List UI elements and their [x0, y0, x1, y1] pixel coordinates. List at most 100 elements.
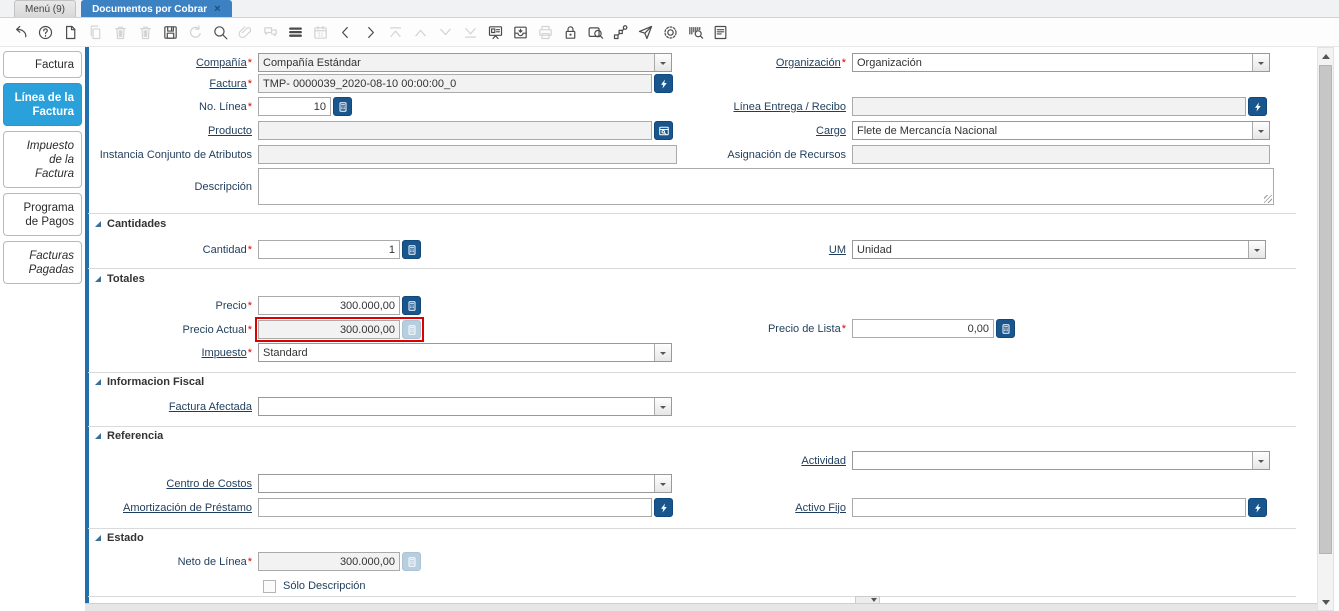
scrollbar-thumb[interactable]	[1319, 65, 1332, 554]
factura-afectada-label[interactable]: Factura Afectada	[88, 401, 252, 413]
cantidad-calculator-button[interactable]	[402, 240, 421, 259]
linea-entrega-label[interactable]: Línea Entrega / Recibo	[682, 101, 846, 113]
factura-afectada-combobox[interactable]	[258, 397, 672, 416]
compania-combobox[interactable]	[258, 53, 672, 72]
um-dropdown-icon[interactable]	[1248, 241, 1265, 258]
scroll-up-icon[interactable]	[1318, 49, 1333, 63]
archive-icon[interactable]	[508, 20, 533, 44]
request-icon[interactable]	[633, 20, 658, 44]
help-icon[interactable]	[33, 20, 58, 44]
prev-record-icon[interactable]	[333, 20, 358, 44]
collapse-triangle-icon[interactable]	[95, 432, 101, 439]
textarea-resize-grip[interactable]	[1264, 195, 1272, 203]
tab-menu[interactable]: Menú (9)	[14, 0, 77, 17]
organizacion-dropdown-icon[interactable]	[1252, 54, 1269, 71]
sidebar-tab-factura[interactable]: Factura	[3, 51, 82, 78]
preferences-icon[interactable]	[658, 20, 683, 44]
field-row-cantidad: Cantidad *	[88, 240, 421, 259]
report-icon[interactable]	[708, 20, 733, 44]
bottom-splitter-bar[interactable]	[85, 603, 1319, 611]
producto-input[interactable]	[258, 121, 652, 140]
impuesto-label[interactable]: Impuesto *	[88, 347, 252, 359]
save-icon[interactable]	[158, 20, 183, 44]
descripcion-textarea[interactable]	[258, 168, 1274, 205]
section-header-informacion-fiscal[interactable]: Informacion Fiscal	[95, 375, 204, 388]
collapse-triangle-icon[interactable]	[95, 275, 101, 282]
um-label[interactable]: UM	[682, 244, 846, 256]
cargo-label[interactable]: Cargo	[682, 125, 846, 137]
precio-lista-calculator-button[interactable]	[996, 319, 1015, 338]
amortizacion-input[interactable]	[258, 498, 652, 517]
sidebar-tab-impuesto-de-la-factura[interactable]: Impuesto de la Factura	[3, 131, 82, 188]
factura-input[interactable]	[258, 74, 652, 93]
cargo-input[interactable]	[853, 122, 1252, 139]
cantidad-input[interactable]	[258, 240, 400, 259]
activo-fijo-record-zoom-button[interactable]	[1248, 498, 1267, 517]
activo-fijo-input[interactable]	[852, 498, 1246, 517]
actividad-dropdown-icon[interactable]	[1252, 452, 1269, 469]
centro-costos-dropdown-icon[interactable]	[654, 475, 671, 492]
collapse-triangle-icon[interactable]	[95, 378, 101, 385]
factura-label[interactable]: Factura *	[88, 78, 252, 90]
scroll-down-icon[interactable]	[1318, 595, 1333, 609]
amortizacion-record-zoom-button[interactable]	[654, 498, 673, 517]
impuesto-input[interactable]	[259, 344, 654, 361]
workflow-icon[interactable]	[608, 20, 633, 44]
lock-icon[interactable]	[558, 20, 583, 44]
cargo-dropdown-icon[interactable]	[1252, 122, 1269, 139]
close-tab-icon[interactable]: ×	[214, 3, 220, 15]
activo-fijo-label[interactable]: Activo Fijo	[682, 502, 846, 514]
zoom-across-icon[interactable]	[583, 20, 608, 44]
organizacion-combobox[interactable]	[852, 53, 1270, 72]
field-row-neto-linea: Neto de Línea *	[88, 552, 421, 571]
centro-costos-combobox[interactable]	[258, 474, 672, 493]
no-linea-calculator-button[interactable]	[333, 97, 352, 116]
linea-entrega-input[interactable]	[852, 97, 1246, 116]
toggle-grid-icon[interactable]	[283, 20, 308, 44]
factura-record-zoom-button[interactable]	[654, 74, 673, 93]
factura-afectada-dropdown-icon[interactable]	[654, 398, 671, 415]
precio-input[interactable]	[258, 296, 400, 315]
amortizacion-label[interactable]: Amortización de Préstamo	[88, 502, 252, 514]
compania-dropdown-icon[interactable]	[654, 54, 671, 71]
section-header-estado[interactable]: Estado	[95, 531, 144, 544]
section-header-referencia[interactable]: Referencia	[95, 429, 163, 442]
centro-costos-label[interactable]: Centro de Costos	[88, 478, 252, 490]
organizacion-label[interactable]: Organización *	[682, 57, 846, 69]
sidebar-tab-linea-de-la-factura[interactable]: Línea de la Factura	[3, 83, 82, 126]
compania-input[interactable]	[259, 54, 654, 71]
precio-calculator-button[interactable]	[402, 296, 421, 315]
precio-lista-input[interactable]	[852, 319, 994, 338]
tab-documentos-por-cobrar[interactable]: Documentos por Cobrar ×	[81, 0, 232, 17]
sidebar-tab-facturas-pagadas[interactable]: Facturas Pagadas	[3, 241, 82, 284]
producto-label[interactable]: Producto	[88, 125, 252, 137]
linea-entrega-record-zoom-button[interactable]	[1248, 97, 1267, 116]
centro-costos-input[interactable]	[259, 475, 654, 492]
vertical-scrollbar[interactable]	[1317, 47, 1334, 611]
factura-afectada-input[interactable]	[259, 398, 654, 415]
organizacion-input[interactable]	[853, 54, 1252, 71]
impuesto-combobox[interactable]	[258, 343, 672, 362]
detail-panel-icon[interactable]	[483, 20, 508, 44]
compania-label[interactable]: Compañía *	[88, 57, 252, 69]
collapse-triangle-icon[interactable]	[95, 534, 101, 541]
cargo-combobox[interactable]	[852, 121, 1270, 140]
undo-icon[interactable]	[8, 20, 33, 44]
sidebar-tab-programa-de-pagos[interactable]: Programa de Pagos	[3, 193, 82, 236]
no-linea-input[interactable]	[258, 97, 331, 116]
product-info-icon[interactable]	[683, 20, 708, 44]
section-header-totales[interactable]: Totales	[95, 272, 145, 285]
new-record-icon[interactable]	[58, 20, 83, 44]
um-combobox[interactable]	[852, 240, 1266, 259]
um-input[interactable]	[853, 241, 1248, 258]
actividad-label[interactable]: Actividad	[682, 455, 846, 467]
find-icon[interactable]	[208, 20, 233, 44]
next-record-icon[interactable]	[358, 20, 383, 44]
producto-search-button[interactable]	[654, 121, 673, 140]
actividad-combobox[interactable]	[852, 451, 1270, 470]
section-header-cantidades[interactable]: Cantidades	[95, 217, 166, 230]
collapse-triangle-icon[interactable]	[95, 220, 101, 227]
solo-descripcion-checkbox[interactable]	[263, 579, 276, 593]
actividad-input[interactable]	[853, 452, 1252, 469]
impuesto-dropdown-icon[interactable]	[654, 344, 671, 361]
